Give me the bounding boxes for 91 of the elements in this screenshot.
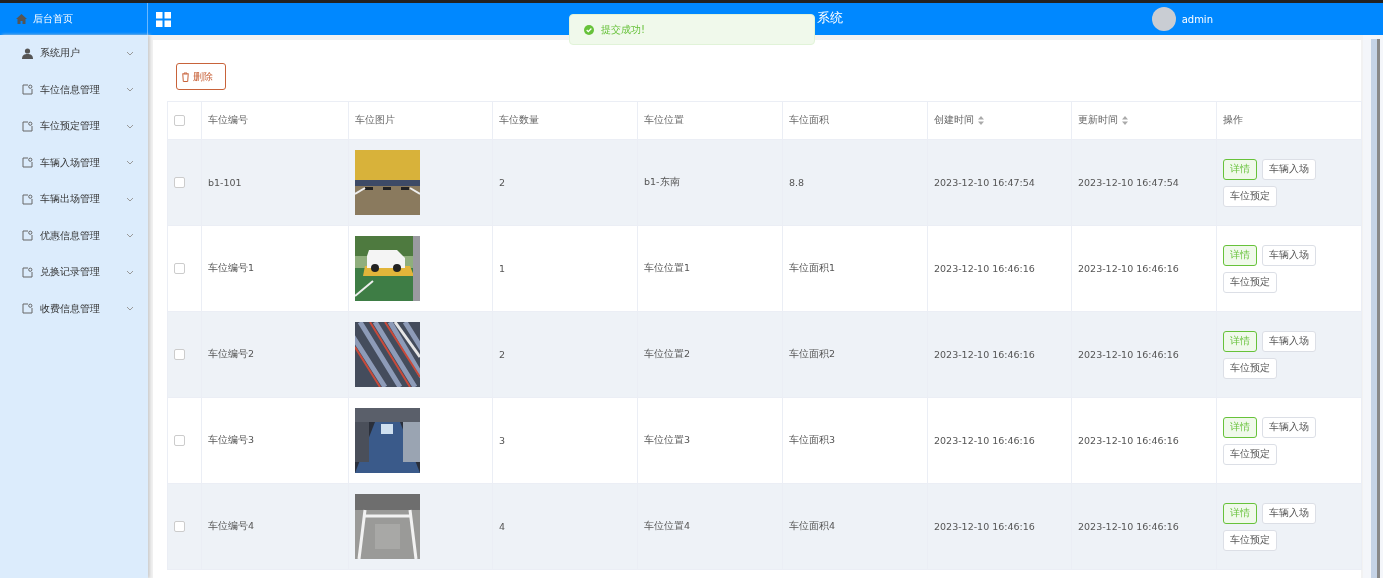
column-header: 车位面积: [782, 101, 928, 140]
scrollbar[interactable]: [1363, 35, 1383, 578]
document-icon: [22, 157, 33, 169]
document-icon: [22, 266, 33, 278]
column-header: 车位数量: [492, 101, 638, 140]
column-header: 操作: [1216, 101, 1362, 140]
action-button[interactable]: 车辆入场: [1262, 330, 1316, 352]
action-button[interactable]: 车辆入场: [1262, 244, 1316, 266]
table-cell: 车位编号2: [201, 311, 349, 398]
table-cell: 2: [492, 311, 638, 398]
column-header: 车位位置: [637, 101, 783, 140]
sidebar-item[interactable]: 系统用户: [0, 35, 148, 72]
table-cell: 2023-12-10 16:46:16: [1071, 225, 1217, 312]
table-cell: 2: [492, 139, 638, 226]
table-cell: b1-东南: [637, 139, 783, 226]
column-header[interactable]: 创建时间: [927, 101, 1072, 140]
sidebar-item[interactable]: 优惠信息管理: [0, 217, 148, 254]
table-cell: 车位位置1: [637, 225, 783, 312]
trash-icon: [181, 71, 190, 82]
table-cell: 1: [492, 225, 638, 312]
chevron-down-icon: [126, 196, 134, 202]
chevron-down-icon: [126, 87, 134, 93]
table-cell: 车位编号4: [201, 483, 349, 570]
home-link[interactable]: 后台首页: [33, 12, 73, 26]
checkbox[interactable]: [174, 521, 185, 532]
avatar-icon[interactable]: [1151, 7, 1176, 31]
chevron-down-icon: [126, 233, 134, 239]
sort-icon[interactable]: [978, 116, 984, 125]
table-cell: 2023-12-10 16:46:16: [927, 483, 1072, 570]
table-cell: 车位面积3: [782, 397, 928, 484]
table-cell: 车位位置3: [637, 397, 783, 484]
table-cell: 车位编号1: [201, 225, 349, 312]
document-icon: [22, 120, 33, 132]
table-cell: 2023-12-10 16:47:54: [927, 139, 1072, 226]
table-cell: 2023-12-10 16:46:16: [1071, 483, 1217, 570]
action-button[interactable]: 车位预定: [1223, 185, 1277, 207]
table-cell: 2023-12-10 16:46:16: [1071, 397, 1217, 484]
table-cell: 3: [492, 397, 638, 484]
user-icon: [22, 47, 33, 59]
table-cell: 2023-12-10 16:47:54: [1071, 139, 1217, 226]
table-cell: 2023-12-10 16:46:16: [927, 225, 1072, 312]
document-icon: [22, 84, 33, 96]
document-icon: [22, 193, 33, 205]
chevron-down-icon: [126, 123, 134, 129]
status-icon: [584, 24, 594, 35]
action-button[interactable]: 车辆入场: [1262, 158, 1316, 180]
sidebar-item[interactable]: 收费信息管理: [0, 290, 148, 327]
chevron-down-icon: [126, 306, 134, 312]
action-button[interactable]: 车位预定: [1223, 271, 1277, 293]
table-cell: 2023-12-10 16:46:16: [927, 397, 1072, 484]
app-title: 系统: [817, 9, 843, 27]
table-cell: 车位位置4: [637, 483, 783, 570]
sidebar-item[interactable]: 兑换记录管理: [0, 254, 148, 291]
sidebar-item[interactable]: 车位预定管理: [0, 108, 148, 145]
toast-message: 提交成功!: [601, 22, 645, 37]
grid-menu-icon[interactable]: [156, 11, 171, 27]
action-button[interactable]: 车位预定: [1223, 529, 1277, 551]
table-cell: 车位面积2: [782, 311, 928, 398]
table-cell: 车位编号3: [201, 397, 349, 484]
action-button[interactable]: 车辆入场: [1262, 502, 1316, 524]
action-button[interactable]: 车辆入场: [1262, 416, 1316, 438]
action-button[interactable]: 车位预定: [1223, 443, 1277, 465]
table-cell: 4: [492, 483, 638, 570]
table-cell: 8.8: [782, 139, 928, 226]
checkbox[interactable]: [174, 349, 185, 360]
document-icon: [22, 303, 33, 315]
checkbox[interactable]: [174, 177, 185, 188]
checkbox[interactable]: [174, 115, 185, 126]
table-cell: 2023-12-10 16:46:16: [927, 311, 1072, 398]
table-cell: 2023-12-10 16:46:16: [1071, 311, 1217, 398]
column-header: 车位编号: [201, 101, 349, 140]
user-name[interactable]: admin: [1181, 13, 1213, 25]
sidebar-item[interactable]: 车辆入场管理: [0, 144, 148, 181]
delete-button[interactable]: 删除: [176, 63, 226, 90]
sidebar-item[interactable]: 车辆出场管理: [0, 181, 148, 218]
action-button[interactable]: 车位预定: [1223, 357, 1277, 379]
chevron-down-icon: [126, 269, 134, 275]
document-icon: [22, 230, 33, 242]
sort-icon[interactable]: [1122, 116, 1128, 125]
sidebar-item[interactable]: 车位信息管理: [0, 71, 148, 108]
table-cell: 车位位置2: [637, 311, 783, 398]
home-icon: [16, 14, 27, 24]
table-cell: b1-101: [201, 139, 349, 226]
table-cell: 车位面积4: [782, 483, 928, 570]
table-cell: 车位面积1: [782, 225, 928, 312]
chevron-down-icon: [126, 50, 134, 56]
chevron-down-icon: [126, 160, 134, 166]
column-header[interactable]: 更新时间: [1071, 101, 1217, 140]
column-header: 车位图片: [348, 101, 493, 140]
checkbox[interactable]: [174, 435, 185, 446]
checkbox[interactable]: [174, 263, 185, 274]
